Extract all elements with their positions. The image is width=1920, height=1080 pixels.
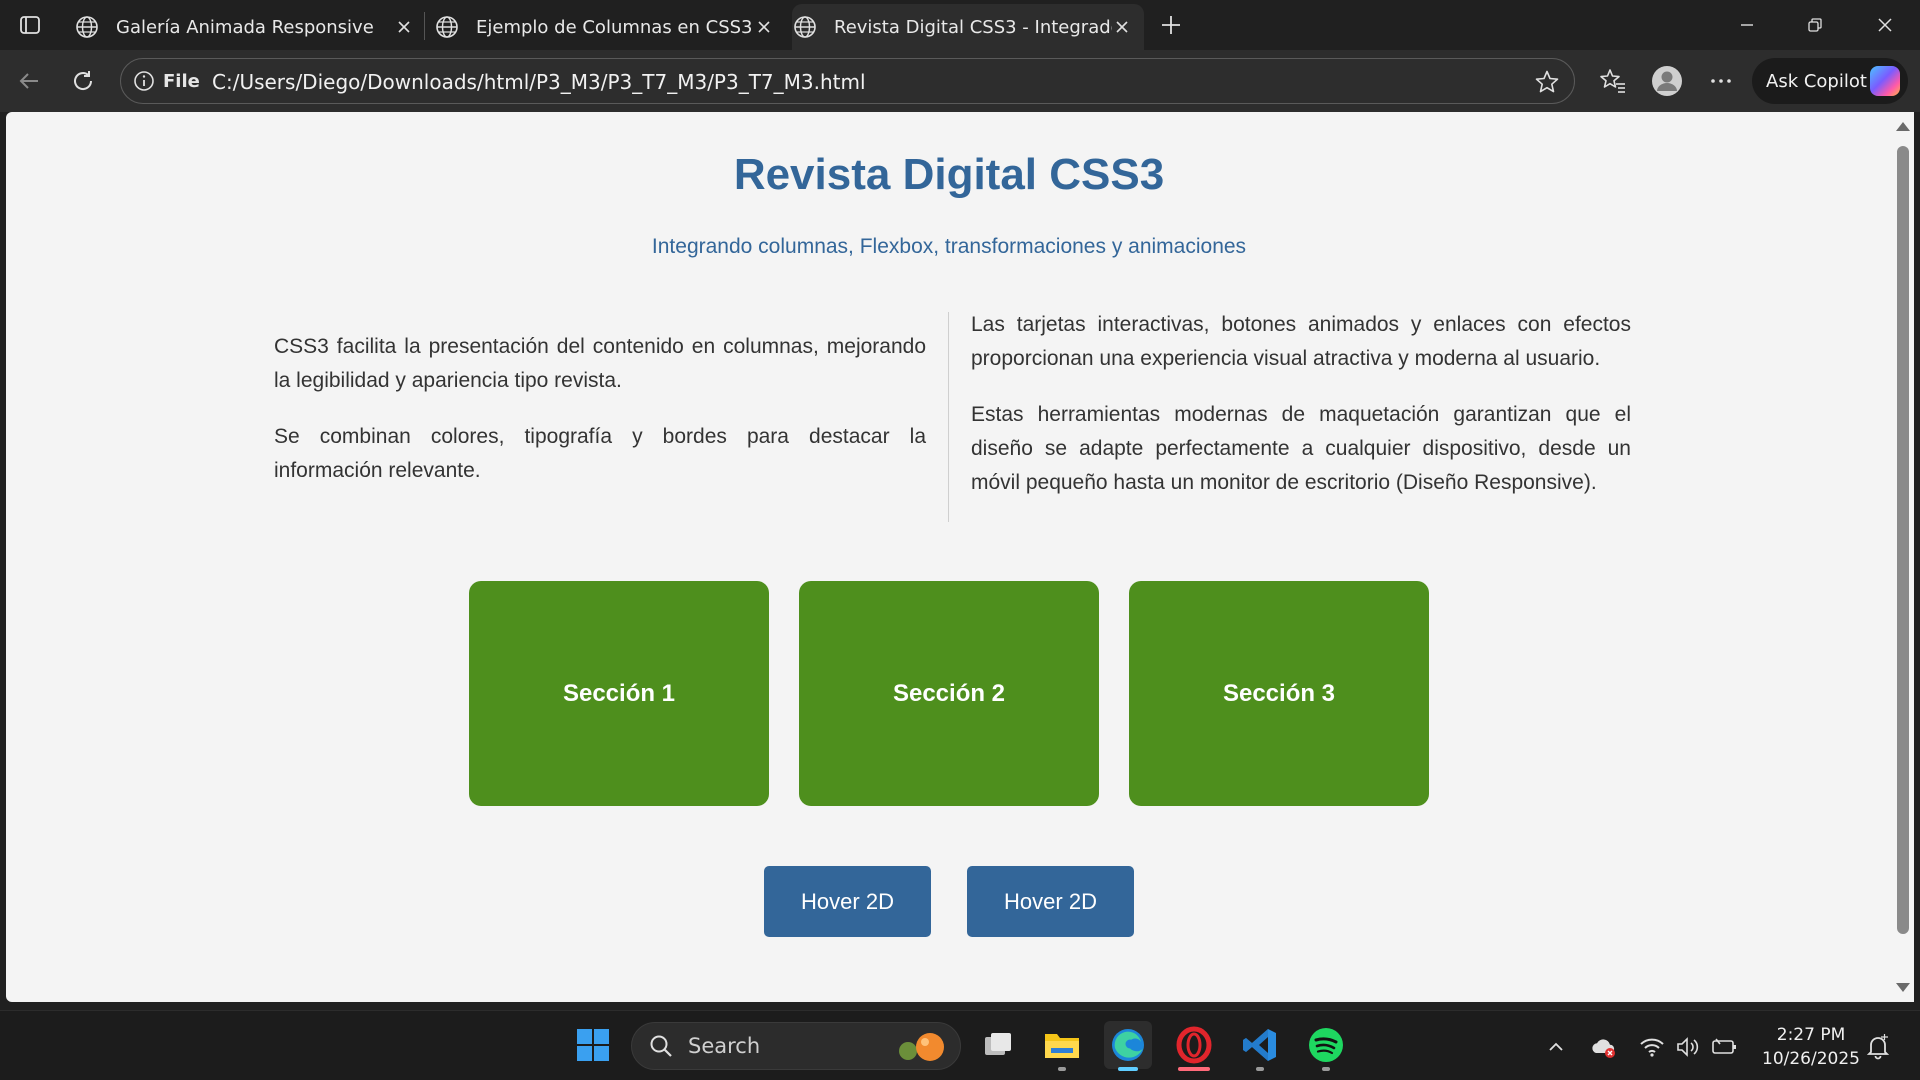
running-indicator [1058,1067,1066,1071]
new-tab-icon[interactable] [1156,10,1186,40]
restore-icon[interactable] [1798,8,1832,42]
start-icon[interactable] [569,1021,617,1069]
show-hidden-icons-chevron-icon[interactable] [1542,1033,1570,1061]
scroll-up-arrow-icon[interactable] [1896,122,1910,131]
task-view-icon[interactable] [974,1021,1022,1069]
edge-icon[interactable] [1104,1021,1152,1071]
windows-taskbar: Search 2:27 PM 10/26/2025 [0,1010,1920,1080]
scrollbar-thumb[interactable] [1897,146,1909,934]
url-text[interactable]: C:/Users/Diego/Downloads/html/P3_M3/P3_T… [212,70,866,94]
article-column-right: Las tarjetas interactivas, botones anima… [971,308,1631,522]
globe-icon [74,14,100,40]
running-indicator [1178,1067,1210,1071]
running-indicator [1322,1067,1330,1071]
minimize-icon[interactable] [1730,8,1764,42]
onedrive-error-icon[interactable] [1590,1033,1618,1061]
browser-toolbar: File C:/Users/Diego/Downloads/html/P3_M3… [0,50,1920,112]
clock-date: 10/26/2025 [1762,1049,1860,1069]
search-placeholder: Search [688,1034,761,1058]
ask-copilot-button[interactable]: Ask Copilot [1752,58,1908,104]
info-icon[interactable] [133,70,155,92]
search-icon [650,1035,672,1057]
notifications-bell-icon[interactable] [1864,1033,1892,1061]
paragraph: CSS3 facilita la presentación del conten… [274,335,926,392]
favorites-icon[interactable] [1596,64,1630,98]
favorite-star-icon[interactable] [1534,69,1560,95]
hover-2d-button[interactable]: Hover 2D [967,866,1134,937]
article-column-left: CSS3 facilita la presentación del conten… [274,330,926,510]
tab-title: Galería Animada Responsive [116,16,374,38]
close-window-icon[interactable] [1868,8,1902,42]
tab-separator [424,12,425,40]
tab-galeria[interactable]: Galería Animada Responsive [74,4,414,50]
ask-copilot-label: Ask Copilot [1766,70,1867,92]
tab-revista-active[interactable]: Revista Digital CSS3 - Integrador [792,4,1144,50]
vscode-icon[interactable] [1236,1021,1284,1071]
section-card-2[interactable]: Sección 2 [799,581,1099,806]
tab-actions-menu-icon[interactable] [18,13,42,37]
address-bar[interactable]: File C:/Users/Diego/Downloads/html/P3_M3… [120,58,1575,104]
page-title: Revista Digital CSS3 [733,150,1165,199]
paragraph: Las tarjetas interactivas, botones anima… [971,313,1631,370]
close-tab-icon[interactable] [754,17,774,37]
hover-2d-button[interactable]: Hover 2D [764,866,931,937]
tab-title: Ejemplo de Columnas en CSS3 [476,16,753,38]
spotify-icon[interactable] [1302,1021,1350,1071]
globe-icon [792,14,818,40]
page-subtitle: Integrando columnas, Flexbox, transforma… [651,235,1247,258]
tab-columnas[interactable]: Ejemplo de Columnas en CSS3 [434,4,774,50]
volume-icon[interactable] [1674,1033,1702,1061]
active-indicator [1118,1067,1138,1071]
close-tab-icon[interactable] [1112,17,1132,37]
section-card-1[interactable]: Sección 1 [469,581,769,806]
system-clock[interactable]: 2:27 PM 10/26/2025 [1752,1023,1870,1071]
close-tab-icon[interactable] [394,17,414,37]
opera-icon[interactable] [1170,1021,1218,1071]
running-indicator [1256,1067,1264,1071]
scroll-down-arrow-icon[interactable] [1896,983,1910,992]
copilot-logo-icon [1870,66,1900,96]
wifi-icon[interactable] [1638,1033,1666,1061]
search-highlight-icon [899,1033,944,1061]
paragraph: Se combinan colores, tipografía y bordes… [274,425,926,482]
tab-title: Revista Digital CSS3 - Integrador [834,16,1112,38]
page-scrollbar[interactable] [1892,112,1914,1002]
page-viewport: Revista Digital CSS3 Integrando columnas… [6,112,1892,1002]
clock-time: 2:27 PM [1776,1025,1846,1045]
column-divider [948,312,949,522]
back-arrow-icon[interactable] [12,64,46,98]
browser-tab-bar: Galería Animada Responsive Ejemplo de Co… [0,0,1920,50]
profile-avatar-icon[interactable] [1650,64,1684,98]
section-card-3[interactable]: Sección 3 [1129,581,1429,806]
file-explorer-icon[interactable] [1038,1021,1086,1071]
more-options-icon[interactable] [1704,64,1738,98]
site-scheme-label: File [163,71,200,92]
paragraph: Estas herramientas modernas de maquetaci… [971,403,1631,494]
taskbar-search-box[interactable]: Search [631,1022,961,1070]
refresh-icon[interactable] [66,64,100,98]
globe-icon [434,14,460,40]
battery-icon[interactable] [1710,1033,1738,1061]
